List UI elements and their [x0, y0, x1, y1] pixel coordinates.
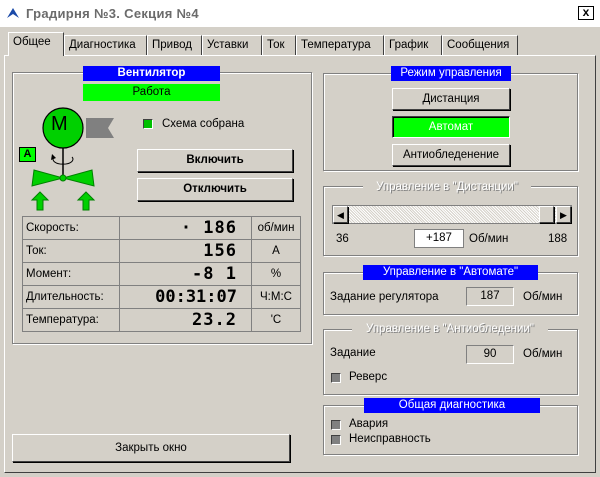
- close-window-button[interactable]: Закрыть окно: [12, 434, 290, 462]
- turn-on-button[interactable]: Включить: [137, 149, 293, 172]
- tab-drive[interactable]: Привод: [147, 35, 202, 55]
- close-window-icon[interactable]: x: [578, 6, 594, 20]
- control-mode-header: Режим управления: [391, 66, 511, 81]
- tab-diagnostics[interactable]: Диагностика: [64, 35, 147, 55]
- slider-max: 188: [548, 233, 568, 245]
- title-bar: Градирня №3. Секция №4 x: [0, 0, 600, 28]
- slider-min: 36: [336, 233, 349, 245]
- tab-settings[interactable]: Уставки: [202, 35, 262, 55]
- auto-mode-badge: A: [19, 147, 36, 162]
- auto-setpoint-value: 187: [466, 287, 514, 306]
- remote-unit: Об/мин: [469, 233, 509, 245]
- param-value: 00:31:07: [119, 285, 252, 309]
- param-label: Температура:: [22, 308, 120, 332]
- param-row-temperature: Температура: 23.2 'С: [22, 308, 301, 332]
- auto-setpoint-label: Задание регулятора: [330, 291, 439, 303]
- slider-left-arrow-icon[interactable]: ◀: [333, 206, 348, 223]
- mode-remote-button[interactable]: Дистанция: [392, 88, 510, 110]
- param-unit: А: [251, 239, 301, 263]
- turn-off-button[interactable]: Отключить: [137, 178, 293, 201]
- parameters-table: Скорость: · 186 об/мин Ток: 156 А Момент…: [22, 216, 301, 332]
- fan-header: Вентилятор: [83, 66, 220, 81]
- param-label: Ток:: [22, 239, 120, 263]
- param-value: -8 1: [119, 262, 252, 286]
- slider-thumb[interactable]: [539, 206, 554, 223]
- fault-label: Неисправность: [349, 433, 431, 445]
- speed-slider[interactable]: ◀ ▶: [332, 205, 572, 224]
- param-value: 156: [119, 239, 252, 263]
- param-label: Длительность:: [22, 285, 120, 309]
- fault-indicator: [331, 435, 341, 445]
- fan-status: Работа: [83, 84, 220, 101]
- auto-unit: Об/мин: [523, 291, 563, 303]
- param-label: Момент:: [22, 262, 120, 286]
- param-value: · 186: [119, 216, 252, 240]
- antiice-setpoint-value: 90: [466, 345, 514, 364]
- motor-letter: M: [51, 113, 68, 135]
- antiice-unit: Об/мин: [523, 348, 563, 360]
- param-row-torque: Момент: -8 1 %: [22, 262, 301, 286]
- param-value: 23.2: [119, 308, 252, 332]
- slider-right-arrow-icon[interactable]: ▶: [556, 206, 571, 223]
- circuit-ready-label: Схема собрана: [162, 118, 245, 130]
- mode-antiice-button[interactable]: Антиобледенение: [392, 144, 510, 166]
- circuit-ready-indicator: [143, 119, 153, 129]
- param-unit: об/мин: [251, 216, 301, 240]
- mode-auto-button[interactable]: Автомат: [392, 116, 510, 138]
- app-icon: [7, 8, 19, 18]
- param-unit: %: [251, 262, 301, 286]
- param-unit: 'С: [251, 308, 301, 332]
- alarm-indicator: [331, 420, 341, 430]
- tab-chart[interactable]: График: [384, 35, 442, 55]
- antiice-setpoint-label: Задание: [330, 347, 376, 359]
- antiice-header: Управление в "Антиобледении": [352, 322, 548, 337]
- tab-messages[interactable]: Сообщения: [442, 35, 518, 55]
- tab-general[interactable]: Общее: [8, 32, 64, 56]
- window-title: Градирня №3. Секция №4: [26, 6, 199, 21]
- auto-header: Управление в "Автомате": [363, 265, 538, 280]
- param-unit: Ч:М:С: [251, 285, 301, 309]
- tab-current[interactable]: Ток: [262, 35, 296, 55]
- param-label: Скорость:: [22, 216, 120, 240]
- param-row-speed: Скорость: · 186 об/мин: [22, 216, 301, 240]
- diagnostics-header: Общая диагностика: [364, 398, 540, 413]
- antiice-group: [323, 329, 578, 395]
- remote-speed-input[interactable]: +187: [414, 229, 464, 248]
- tab-temperature[interactable]: Температура: [296, 35, 384, 55]
- param-row-current: Ток: 156 А: [22, 239, 301, 263]
- reverse-label: Реверс: [349, 371, 388, 383]
- alarm-label: Авария: [349, 418, 389, 430]
- reverse-indicator: [331, 373, 341, 383]
- remote-header: Управление в "Дистанции": [363, 180, 531, 195]
- param-row-duration: Длительность: 00:31:07 Ч:М:С: [22, 285, 301, 309]
